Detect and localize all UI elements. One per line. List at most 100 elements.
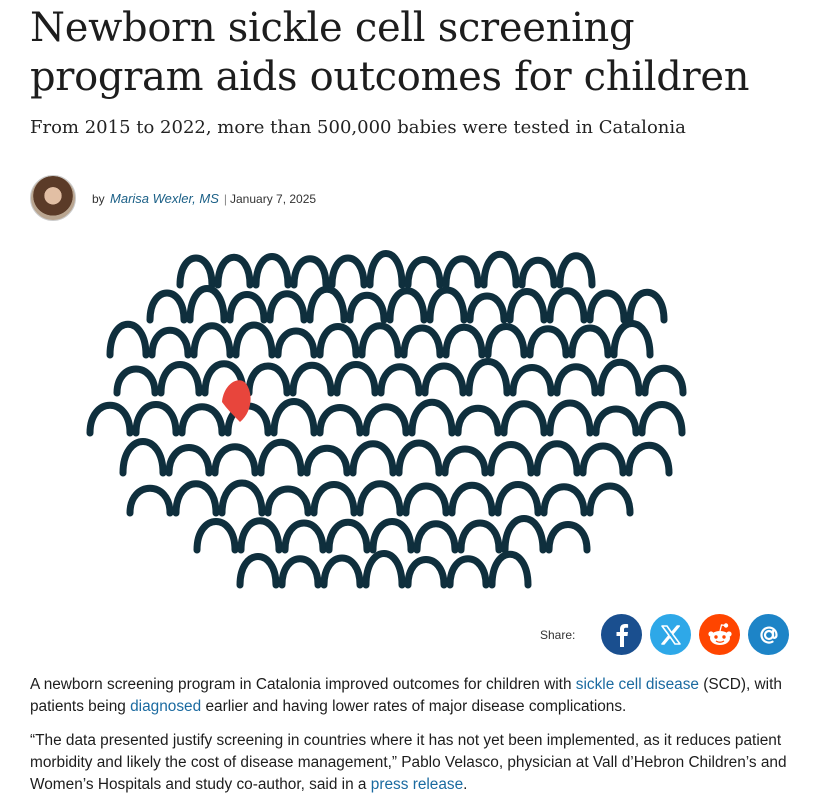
byline-text: by Marisa Wexler, MS | January 7, 2025 bbox=[92, 191, 316, 206]
crowd-figure bbox=[454, 404, 502, 437]
crowd-figure bbox=[264, 485, 312, 517]
crowd-figure bbox=[303, 444, 351, 477]
crowd-figure bbox=[270, 398, 318, 437]
sickle-cell-disease-link[interactable]: sickle cell disease bbox=[576, 676, 699, 693]
byline: by Marisa Wexler, MS | January 7, 2025 bbox=[30, 175, 316, 221]
crowd-figure bbox=[289, 361, 335, 397]
crowd-figure bbox=[226, 291, 268, 324]
email-share-button[interactable] bbox=[748, 614, 790, 655]
crowd-figure bbox=[480, 251, 520, 289]
crowd-figure bbox=[546, 287, 588, 324]
crowd-figure bbox=[165, 444, 213, 477]
crowd-figure bbox=[408, 398, 456, 437]
facebook-share-button[interactable] bbox=[601, 614, 643, 655]
crowd-figure bbox=[362, 550, 406, 589]
crowd-figure bbox=[369, 518, 415, 554]
at-icon bbox=[760, 626, 778, 644]
crowd-figure bbox=[290, 255, 330, 289]
crowd-figure bbox=[146, 289, 188, 324]
crowd-figure bbox=[556, 252, 596, 289]
crowd-figure bbox=[540, 483, 588, 517]
crowd-figure bbox=[592, 405, 640, 437]
crowd-figure bbox=[257, 438, 305, 477]
crowd-figure bbox=[494, 481, 542, 517]
crowd-figure bbox=[106, 321, 150, 359]
crowd-figure bbox=[176, 254, 216, 289]
byline-separator: | bbox=[223, 191, 227, 206]
crowd-figure bbox=[252, 253, 292, 289]
paragraph-text: A newborn screening program in Catalonia… bbox=[30, 676, 576, 693]
crowd-figure bbox=[446, 555, 490, 589]
reddit-share-button[interactable] bbox=[699, 614, 741, 655]
body-paragraph-2: “The data presented justify screening in… bbox=[30, 730, 790, 796]
crowd-figure bbox=[610, 320, 654, 359]
crowd-figure bbox=[362, 403, 410, 437]
crowd-figure bbox=[86, 401, 134, 437]
crowd-figure bbox=[626, 288, 668, 324]
crowd-figure bbox=[404, 256, 444, 289]
crowd-figure bbox=[245, 362, 291, 397]
crowd-figure bbox=[402, 482, 450, 517]
facebook-icon bbox=[616, 623, 628, 647]
article-headline: Newborn sickle cell screening program ai… bbox=[30, 5, 750, 100]
crowd-figure bbox=[349, 440, 397, 477]
crowd-figure bbox=[568, 324, 612, 359]
crowd-figure bbox=[132, 401, 180, 437]
crowd-figure bbox=[113, 365, 159, 397]
crowd-figure bbox=[366, 250, 406, 289]
crowd-figure bbox=[506, 288, 548, 324]
crowd-figure bbox=[442, 255, 482, 289]
crowd-figure bbox=[148, 326, 192, 359]
crowd-figure bbox=[533, 440, 581, 477]
crowd-figure bbox=[316, 404, 364, 437]
share-bar: Share: bbox=[540, 614, 790, 655]
crowd-figure bbox=[211, 443, 259, 477]
crowd-figure bbox=[126, 484, 174, 517]
author-avatar[interactable] bbox=[30, 175, 76, 221]
reddit-icon bbox=[708, 622, 732, 645]
crowd-figure bbox=[579, 442, 627, 477]
crowd-figure bbox=[465, 358, 511, 397]
byline-prefix: by bbox=[92, 191, 105, 206]
crowd-figure bbox=[404, 556, 448, 589]
crowd-figure bbox=[421, 362, 467, 397]
crowd-figure bbox=[306, 286, 348, 324]
crowd-figure bbox=[586, 289, 628, 324]
crowd-figure bbox=[488, 551, 532, 589]
crowd-figure bbox=[281, 519, 327, 554]
crowd-figure bbox=[346, 291, 388, 324]
publish-date: January 7, 2025 bbox=[230, 191, 317, 206]
crowd-figure bbox=[441, 445, 489, 477]
crowd-figure bbox=[641, 364, 687, 397]
x-share-button[interactable] bbox=[650, 614, 692, 655]
crowd-figure bbox=[266, 290, 308, 324]
body-paragraph-1: A newborn screening program in Catalonia… bbox=[30, 674, 790, 718]
crowd-figure bbox=[193, 518, 239, 554]
crowd-figure bbox=[487, 441, 535, 477]
crowd-figure bbox=[466, 292, 508, 324]
crowd-figure bbox=[500, 400, 548, 437]
crowd-figure bbox=[274, 327, 318, 359]
author-link[interactable]: Marisa Wexler, MS bbox=[110, 191, 219, 206]
crowd-figure bbox=[586, 482, 634, 517]
press-release-link[interactable]: press release bbox=[371, 776, 463, 793]
article-subheadline: From 2015 to 2022, more than 500,000 bab… bbox=[30, 117, 686, 138]
crowd-figure bbox=[236, 553, 280, 589]
share-label: Share: bbox=[540, 627, 576, 642]
crowd-figure bbox=[484, 323, 528, 359]
crowd-figure bbox=[178, 403, 226, 437]
crowd-figure bbox=[400, 324, 444, 359]
crowd-figure bbox=[546, 399, 594, 437]
crowd-figure bbox=[442, 323, 486, 359]
crowd-figure bbox=[518, 256, 558, 289]
crowd-figure bbox=[119, 438, 167, 477]
article-header: Newborn sickle cell screening program ai… bbox=[30, 0, 790, 221]
crowd-figure bbox=[386, 287, 428, 324]
crowd-figure bbox=[413, 520, 459, 554]
crowd-figure bbox=[157, 361, 203, 397]
crowd-figure bbox=[190, 322, 234, 359]
crowd-figure bbox=[426, 286, 468, 324]
hero-illustration bbox=[86, 250, 687, 589]
crowd-figure bbox=[232, 321, 276, 359]
diagnosed-link[interactable]: diagnosed bbox=[130, 698, 201, 715]
